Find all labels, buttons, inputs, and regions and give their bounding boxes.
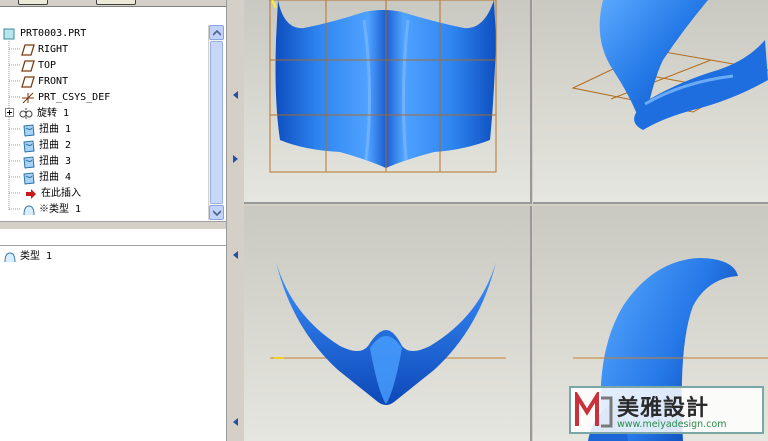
layer-item-type-1[interactable]: 类型 1 bbox=[3, 249, 211, 265]
layer-list: 类型 1 bbox=[0, 247, 226, 441]
model-render-iso bbox=[571, 0, 768, 130]
watermark: 美雅設計 www.meiyadesign.com bbox=[569, 386, 764, 434]
collapse-left-arrow-icon[interactable] bbox=[233, 251, 239, 259]
brand-logo-icon bbox=[575, 392, 613, 428]
tree-item-warp-3[interactable]: 扭曲 3 bbox=[22, 154, 230, 170]
warp-feature-icon bbox=[22, 140, 36, 153]
tree-item-label: TOP bbox=[38, 60, 57, 71]
model-render-top bbox=[270, 262, 506, 405]
viewport-front-view[interactable] bbox=[244, 0, 532, 204]
viewport-top-view[interactable] bbox=[244, 206, 532, 441]
navigator-tab-1[interactable] bbox=[18, 0, 48, 5]
tree-item-front-plane[interactable]: FRONT bbox=[21, 74, 229, 90]
model-tree: PRT0003.PRT RIGHT TOP FRONT PRT_CSYS_DEF… bbox=[0, 25, 208, 218]
model-tree-scrollbar[interactable] bbox=[208, 25, 224, 220]
tree-item-label: 扭曲 1 bbox=[39, 124, 72, 135]
insert-here-arrow-icon bbox=[24, 188, 38, 200]
coordinate-system-icon bbox=[21, 92, 35, 104]
watermark-url: www.meiyadesign.com bbox=[617, 419, 727, 430]
scroll-up-button[interactable] bbox=[209, 25, 224, 40]
revolve-feature-icon bbox=[18, 108, 34, 120]
tree-item-label: ※类型 1 bbox=[39, 204, 82, 215]
tree-item-warp-4[interactable]: 扭曲 4 bbox=[22, 170, 230, 186]
tree-item-label: PRT0003.PRT bbox=[20, 28, 87, 39]
tree-item-warp-1[interactable]: 扭曲 1 bbox=[22, 122, 230, 138]
collapse-left-arrow-icon[interactable] bbox=[233, 418, 239, 426]
datum-plane-icon bbox=[21, 44, 35, 56]
surface-feature-icon bbox=[22, 204, 36, 216]
tree-item-csys[interactable]: PRT_CSYS_DEF bbox=[21, 90, 229, 106]
warp-feature-icon bbox=[22, 124, 36, 137]
tree-item-top-plane[interactable]: TOP bbox=[21, 58, 229, 74]
tree-item-type-1[interactable]: ※类型 1 bbox=[22, 202, 230, 218]
collapse-left-arrow-icon[interactable] bbox=[233, 91, 239, 99]
panel-splitter[interactable] bbox=[226, 0, 244, 441]
tree-item-label: 在此插入 bbox=[41, 188, 81, 199]
tree-item-label: 扭曲 4 bbox=[39, 172, 72, 183]
scroll-thumb[interactable] bbox=[210, 41, 223, 204]
part-icon bbox=[3, 28, 17, 40]
layer-item-label: 类型 1 bbox=[20, 251, 53, 262]
scroll-down-button[interactable] bbox=[209, 205, 224, 220]
tree-item-label: 扭曲 3 bbox=[39, 156, 72, 167]
tree-item-label: 旋转 1 bbox=[37, 108, 70, 119]
datum-plane-icon bbox=[21, 60, 35, 72]
surface-feature-icon bbox=[3, 251, 17, 263]
tree-item-insert-here[interactable]: 在此插入 bbox=[24, 186, 232, 202]
tree-item-label: 扭曲 2 bbox=[39, 140, 72, 151]
tree-item-label: RIGHT bbox=[38, 44, 69, 55]
tree-item-label: PRT_CSYS_DEF bbox=[38, 92, 111, 103]
expand-right-arrow-icon[interactable] bbox=[233, 155, 239, 163]
model-render-front bbox=[269, 0, 497, 173]
tree-item-revolve-1[interactable]: 旋转 1 bbox=[5, 106, 213, 122]
watermark-title: 美雅設計 bbox=[617, 396, 710, 421]
panel-separator[interactable] bbox=[0, 221, 226, 229]
navigator-tab-2[interactable] bbox=[96, 0, 136, 5]
navigator-tabs bbox=[0, 0, 226, 7]
layer-filter-row[interactable] bbox=[0, 229, 226, 246]
tree-item-root-part[interactable]: PRT0003.PRT bbox=[3, 26, 211, 42]
tree-item-label: FRONT bbox=[38, 76, 69, 87]
viewport-iso-view[interactable] bbox=[533, 0, 768, 204]
expand-plus-icon[interactable] bbox=[5, 108, 15, 120]
warp-feature-icon bbox=[22, 156, 36, 169]
datum-plane-icon bbox=[21, 76, 35, 88]
warp-feature-icon bbox=[22, 172, 36, 185]
model-tree-panel: PRT0003.PRT RIGHT TOP FRONT PRT_CSYS_DEF… bbox=[0, 0, 226, 441]
tree-item-warp-2[interactable]: 扭曲 2 bbox=[22, 138, 230, 154]
tree-item-right-plane[interactable]: RIGHT bbox=[21, 42, 229, 58]
